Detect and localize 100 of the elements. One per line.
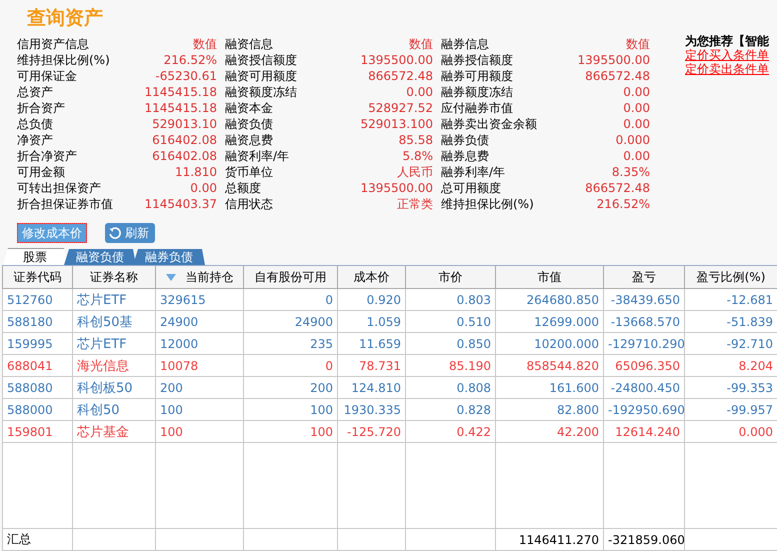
table-cell: 芯片ETF	[72, 332, 156, 354]
table-cell: 329615	[156, 288, 244, 310]
table-cell: 159995	[2, 332, 72, 354]
column-header[interactable]: 盈亏	[604, 266, 684, 288]
section-heading: 信用资产信息	[17, 36, 90, 52]
table-cell: 688041	[2, 354, 72, 376]
field-label: 可用保证金	[17, 68, 78, 84]
field-value: 11.810	[174, 164, 217, 180]
field-value: 1395500.00	[360, 180, 433, 196]
table-cell: 588080	[2, 376, 72, 398]
column-header[interactable]: 自有股份可用	[244, 266, 338, 288]
refresh-button[interactable]: 刷新	[105, 223, 155, 243]
table-cell: 78.731	[338, 354, 406, 376]
refresh-icon	[108, 226, 122, 240]
table-cell: 161.600	[496, 376, 604, 398]
column-header[interactable]: 证券代码	[2, 266, 72, 288]
table-cell: 100	[244, 398, 338, 420]
table-cell: -38439.650	[604, 288, 684, 310]
table-cell: 海光信息	[72, 354, 156, 376]
table-cell: 科创50	[72, 398, 156, 420]
field-label: 融资利率/年	[225, 148, 290, 164]
table-cell: 200	[156, 376, 244, 398]
field-value: 0.00	[622, 116, 650, 132]
field-value: 529013.10	[151, 116, 217, 132]
table-cell: 24900	[156, 310, 244, 332]
table-cell: 100	[156, 420, 244, 442]
table-cell: 11.659	[338, 332, 406, 354]
field-label: 融券息费	[441, 148, 490, 164]
field-value: 人民币	[396, 164, 433, 180]
column-heading: 数值	[625, 36, 650, 52]
column-header[interactable]: 成本价	[338, 266, 406, 288]
field-label: 信用状态	[225, 196, 274, 212]
table-cell: 65096.350	[604, 354, 684, 376]
field-label: 融券授信额度	[441, 52, 514, 68]
column-heading: 数值	[192, 36, 217, 52]
table-cell: 0.422	[406, 420, 496, 442]
field-value: 8.35%	[610, 164, 650, 180]
table-cell: 100	[244, 420, 338, 442]
field-label: 融资可用额度	[225, 68, 298, 84]
table-cell: 0.920	[338, 288, 406, 310]
field-label: 应付融券市值	[441, 100, 514, 116]
field-value: 1145415.18	[144, 100, 217, 116]
field-value: 5.8%	[402, 148, 433, 164]
field-value: 0.00	[189, 180, 217, 196]
field-label: 融资授信额度	[225, 52, 298, 68]
field-label: 折合资产	[17, 100, 66, 116]
promo-link[interactable]: 定价买入条件单	[685, 48, 769, 62]
field-value: -65230.61	[154, 68, 217, 84]
table-cell: 0.850	[406, 332, 496, 354]
field-label: 融券卖出资金余额	[441, 116, 538, 132]
field-value: 216.52%	[162, 52, 217, 68]
field-label: 融券负债	[441, 132, 490, 148]
field-label: 融资额度冻结	[225, 84, 298, 100]
field-label: 净资产	[17, 132, 54, 148]
table-cell: 85.190	[406, 354, 496, 376]
summary-label: 汇总	[2, 528, 72, 550]
column-heading: 数值	[408, 36, 433, 52]
table-cell: 12699.000	[496, 310, 604, 332]
tab[interactable]: 融券负债	[133, 249, 205, 265]
field-label: 总额度	[225, 180, 262, 196]
field-value: 85.58	[398, 132, 433, 148]
field-label: 总资产	[17, 84, 54, 100]
field-label: 总负债	[17, 116, 54, 132]
column-header[interactable]: 盈亏比例(%)	[684, 266, 777, 288]
table-cell: 0.828	[406, 398, 496, 420]
table-cell: 0.808	[406, 376, 496, 398]
column-header[interactable]: 当前持仓	[156, 266, 244, 288]
field-label: 可用金额	[17, 164, 66, 180]
field-value: 0.00	[622, 84, 650, 100]
table-cell: 159801	[2, 420, 72, 442]
field-value: 1145403.37	[144, 196, 217, 212]
table-cell: -13668.570	[604, 310, 684, 332]
tab[interactable]: 股票	[3, 248, 67, 265]
table-cell: 10200.000	[496, 332, 604, 354]
field-value: 616402.08	[151, 132, 217, 148]
table-cell: 1.059	[338, 310, 406, 332]
field-label: 融资本金	[225, 100, 274, 116]
field-label: 融券额度冻结	[441, 84, 514, 100]
table-cell: 100	[156, 398, 244, 420]
column-header[interactable]: 证券名称	[72, 266, 156, 288]
tab[interactable]: 融资负债	[64, 249, 136, 265]
table-cell: 芯片基金	[72, 420, 156, 442]
field-label: 折合净资产	[17, 148, 78, 164]
field-value: 1395500.00	[577, 52, 650, 68]
table-cell: 200	[244, 376, 338, 398]
table-cell: 12614.240	[604, 420, 684, 442]
table-cell: 858544.820	[496, 354, 604, 376]
field-value: 616402.08	[151, 148, 217, 164]
column-header[interactable]: 市价	[406, 266, 496, 288]
table-cell: 264680.850	[496, 288, 604, 310]
field-label: 货币单位	[225, 164, 274, 180]
field-value: 529013.100	[360, 116, 433, 132]
field-value: 866572.48	[584, 68, 650, 84]
field-value: 正常类	[396, 196, 433, 212]
promo-headline: 为您推荐【智能	[685, 34, 769, 48]
promo-link[interactable]: 定价卖出条件单	[685, 62, 769, 76]
table-cell: 124.810	[338, 376, 406, 398]
section-heading: 融券信息	[441, 36, 490, 52]
table-cell: 588180	[2, 310, 72, 332]
column-header[interactable]: 市值	[496, 266, 604, 288]
